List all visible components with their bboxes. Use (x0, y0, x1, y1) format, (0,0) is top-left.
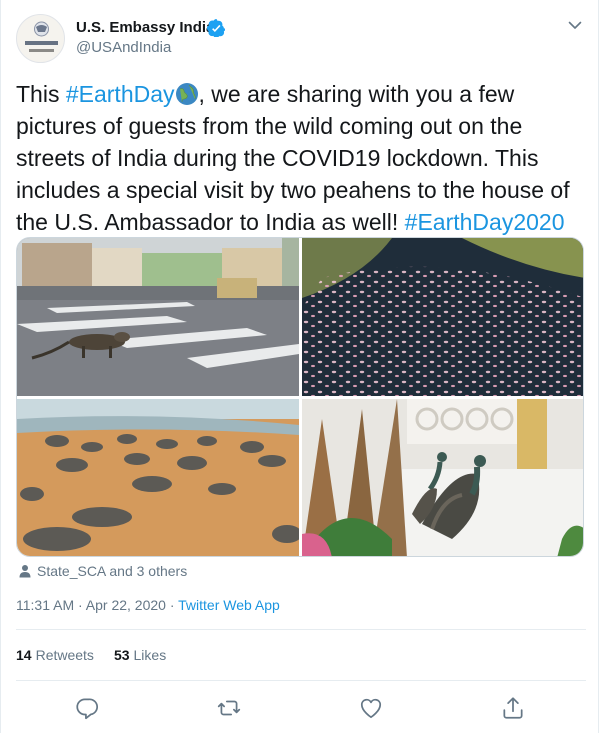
likes-stat[interactable]: 53 Likes (114, 647, 166, 663)
verified-icon (207, 19, 225, 37)
account-handle[interactable]: @USAndIndia (76, 39, 171, 56)
tagged-people-label: State_SCA and 3 others (37, 563, 188, 579)
like-icon[interactable] (358, 695, 384, 721)
globe-icon (175, 83, 198, 105)
likes-count: 53 (113, 647, 130, 663)
retweets-label: Retweets (35, 647, 94, 663)
source-app-link[interactable]: Twitter Web App (178, 597, 280, 613)
likes-label: Likes (133, 647, 167, 663)
tweet-text-part: This (16, 81, 66, 107)
media-grid (16, 237, 584, 557)
photo-turtles-beach[interactable] (17, 399, 299, 556)
person-icon (19, 565, 31, 578)
retweets-stat[interactable]: 14 Retweets (16, 647, 94, 663)
divider (16, 629, 586, 630)
engagement-stats: 14 Retweets 53 Likes (16, 647, 166, 663)
embassy-seal-icon (25, 21, 58, 52)
caret-down-icon[interactable] (567, 17, 583, 33)
account-name[interactable]: U.S. Embassy India (76, 19, 214, 36)
photo-peahens[interactable] (302, 399, 583, 556)
photo-civet-street[interactable] (17, 238, 299, 396)
timestamp[interactable]: 11:31 AM · Apr 22, 2020 · (16, 597, 178, 613)
tweet-meta: 11:31 AM · Apr 22, 2020 · Twitter Web Ap… (16, 597, 280, 613)
avatar[interactable] (16, 14, 65, 63)
hashtag-link[interactable]: #EarthDay (66, 81, 175, 107)
reply-icon[interactable] (74, 695, 100, 721)
photo-flamingos[interactable] (302, 238, 583, 396)
retweet-icon[interactable] (216, 695, 242, 721)
action-bar (1, 693, 600, 723)
share-icon[interactable] (500, 695, 526, 721)
tweet-card: U.S. Embassy India @USAndIndia This #Ear… (0, 0, 599, 733)
divider (16, 680, 586, 681)
tagged-people[interactable]: State_SCA and 3 others (18, 563, 187, 579)
hashtag-link[interactable]: #EarthDay2020 (405, 209, 565, 235)
retweets-count: 14 (16, 647, 32, 663)
